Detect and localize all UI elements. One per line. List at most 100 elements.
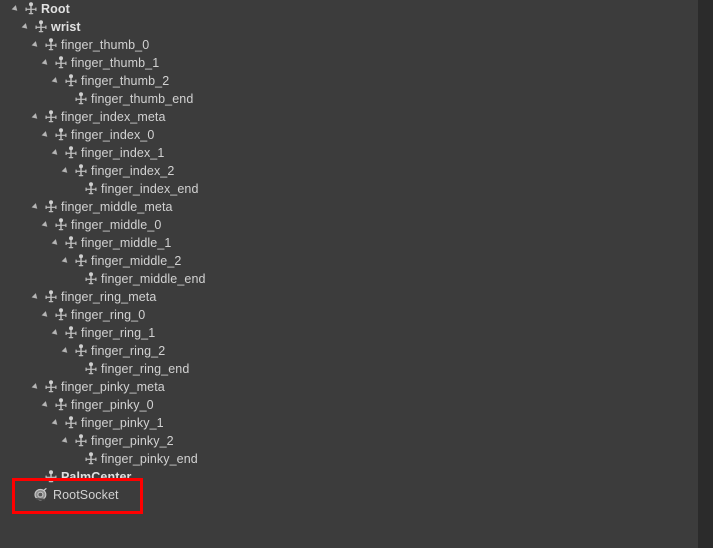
expand-triangle-icon[interactable] bbox=[62, 342, 73, 360]
tree-row[interactable]: finger_middle_2 bbox=[0, 252, 698, 270]
expand-triangle-icon[interactable] bbox=[22, 18, 33, 36]
tree-row-label: finger_index_2 bbox=[91, 164, 175, 178]
tree-row-label: finger_middle_1 bbox=[81, 236, 172, 250]
bone-icon bbox=[53, 127, 69, 143]
tree-row-label: finger_index_0 bbox=[71, 128, 155, 142]
expand-triangle-icon[interactable] bbox=[32, 36, 43, 54]
bone-icon bbox=[43, 289, 59, 305]
expand-triangle-icon[interactable] bbox=[32, 198, 43, 216]
tree-row-label: Root bbox=[41, 2, 70, 16]
tree-row[interactable]: finger_thumb_2 bbox=[0, 72, 698, 90]
bone-icon bbox=[63, 145, 79, 161]
tree-row-label: finger_thumb_0 bbox=[61, 38, 150, 52]
expand-triangle-icon[interactable] bbox=[32, 108, 43, 126]
expand-triangle-icon[interactable] bbox=[52, 144, 63, 162]
expand-triangle-icon[interactable] bbox=[62, 432, 73, 450]
tree-row[interactable]: RootSocket bbox=[0, 486, 698, 504]
bone-icon bbox=[73, 163, 89, 179]
tree-row[interactable]: finger_ring_end bbox=[0, 360, 698, 378]
tree-row[interactable]: finger_pinky_1 bbox=[0, 414, 698, 432]
tree-row[interactable]: PalmCenter bbox=[0, 468, 698, 486]
tree-row-label: finger_middle_meta bbox=[61, 200, 173, 214]
tree-row-label: finger_index_end bbox=[101, 182, 199, 196]
expand-triangle-icon[interactable] bbox=[62, 252, 73, 270]
tree-row-label: finger_middle_end bbox=[101, 272, 206, 286]
tree-row-label: finger_pinky_meta bbox=[61, 380, 165, 394]
tree-row-label: finger_pinky_0 bbox=[71, 398, 154, 412]
bone-icon bbox=[53, 217, 69, 233]
expand-triangle-icon[interactable] bbox=[32, 378, 43, 396]
expand-triangle-icon[interactable] bbox=[52, 72, 63, 90]
tree-row-label: finger_index_meta bbox=[61, 110, 166, 124]
tree-row[interactable]: finger_index_end bbox=[0, 180, 698, 198]
tree-row-label: finger_pinky_2 bbox=[91, 434, 174, 448]
tree-row[interactable]: finger_index_0 bbox=[0, 126, 698, 144]
bone-icon bbox=[83, 181, 99, 197]
tree-row[interactable]: finger_thumb_end bbox=[0, 90, 698, 108]
tree-row[interactable]: finger_middle_0 bbox=[0, 216, 698, 234]
bone-icon bbox=[73, 343, 89, 359]
tree-row-label: finger_ring_0 bbox=[71, 308, 146, 322]
tree-row[interactable]: finger_ring_2 bbox=[0, 342, 698, 360]
bone-icon bbox=[23, 1, 39, 17]
tree-row[interactable]: finger_ring_meta bbox=[0, 288, 698, 306]
bone-icon bbox=[53, 397, 69, 413]
tree-row-label: finger_ring_2 bbox=[91, 344, 166, 358]
hierarchy-tree-panel: Root wrist finger_thumb_0 finger_thumb_1fin… bbox=[0, 0, 713, 548]
expand-triangle-icon[interactable] bbox=[52, 324, 63, 342]
bone-icon bbox=[63, 415, 79, 431]
tree-row-label: PalmCenter bbox=[61, 470, 132, 484]
expand-triangle-icon[interactable] bbox=[12, 0, 23, 18]
socket-icon bbox=[33, 487, 49, 503]
expand-triangle-icon[interactable] bbox=[42, 396, 53, 414]
tree-row-label: finger_ring_end bbox=[101, 362, 190, 376]
tree-row[interactable]: finger_middle_end bbox=[0, 270, 698, 288]
tree-row-label: finger_ring_1 bbox=[81, 326, 156, 340]
tree-row[interactable]: finger_pinky_meta bbox=[0, 378, 698, 396]
expand-triangle-icon[interactable] bbox=[42, 216, 53, 234]
tree-row[interactable]: wrist bbox=[0, 18, 698, 36]
bone-icon bbox=[83, 361, 99, 377]
expand-triangle-icon[interactable] bbox=[42, 306, 53, 324]
expand-triangle-icon[interactable] bbox=[32, 288, 43, 306]
bone-icon bbox=[63, 73, 79, 89]
bone-icon bbox=[73, 253, 89, 269]
expand-triangle-icon[interactable] bbox=[62, 162, 73, 180]
bone-hierarchy-tree[interactable]: Root wrist finger_thumb_0 finger_thumb_1fin… bbox=[0, 0, 698, 548]
bone-icon bbox=[43, 37, 59, 53]
tree-row[interactable]: finger_middle_meta bbox=[0, 198, 698, 216]
bone-icon bbox=[43, 199, 59, 215]
tree-row[interactable]: finger_ring_1 bbox=[0, 324, 698, 342]
tree-row-label: finger_pinky_end bbox=[101, 452, 198, 466]
tree-row-label: finger_ring_meta bbox=[61, 290, 157, 304]
bone-icon bbox=[53, 55, 69, 71]
tree-row[interactable]: finger_middle_1 bbox=[0, 234, 698, 252]
tree-row[interactable]: finger_thumb_1 bbox=[0, 54, 698, 72]
bone-icon bbox=[73, 91, 89, 107]
tree-row[interactable]: finger_ring_0 bbox=[0, 306, 698, 324]
tree-row[interactable]: Root bbox=[0, 0, 698, 18]
tree-row[interactable]: finger_index_meta bbox=[0, 108, 698, 126]
expand-triangle-icon[interactable] bbox=[52, 414, 63, 432]
bone-icon bbox=[43, 109, 59, 125]
tree-row[interactable]: finger_pinky_2 bbox=[0, 432, 698, 450]
tree-row[interactable]: finger_thumb_0 bbox=[0, 36, 698, 54]
vertical-scrollbar[interactable] bbox=[698, 0, 713, 548]
tree-row-label: finger_thumb_2 bbox=[81, 74, 170, 88]
bone-icon bbox=[73, 433, 89, 449]
expand-triangle-icon[interactable] bbox=[52, 234, 63, 252]
tree-row[interactable]: finger_index_1 bbox=[0, 144, 698, 162]
expand-triangle-icon[interactable] bbox=[42, 126, 53, 144]
expand-triangle-icon[interactable] bbox=[42, 54, 53, 72]
tree-row-label: finger_thumb_1 bbox=[71, 56, 160, 70]
tree-row[interactable]: finger_pinky_0 bbox=[0, 396, 698, 414]
tree-row[interactable]: finger_index_2 bbox=[0, 162, 698, 180]
tree-row-label: finger_pinky_1 bbox=[81, 416, 164, 430]
tree-row[interactable]: finger_pinky_end bbox=[0, 450, 698, 468]
